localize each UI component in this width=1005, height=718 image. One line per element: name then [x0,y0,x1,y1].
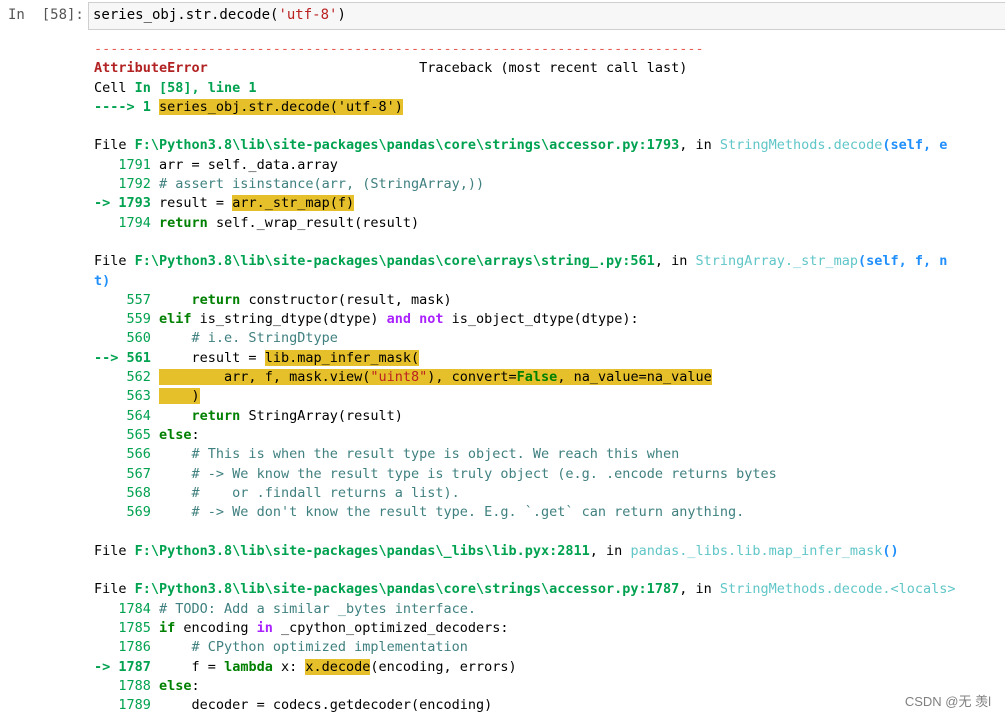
source-line: 1794 return self._wrap_result(result) [94,214,420,231]
traceback-dashes: ----------------------------------------… [94,41,704,57]
traceback-header-text: Traceback (most recent call last) [419,60,688,77]
source-line: 557 return constructor(result, mask) [94,291,452,308]
source-line: 559 elif is_string_dtype(dtype) and not … [94,311,639,328]
source-line: 1792 # assert isinstance(arr, (StringArr… [94,176,485,193]
source-line: 567 # -> We know the result type is trul… [94,465,777,482]
frame-header: File F:\Python3.8\lib\site-packages\pand… [94,581,956,598]
source-line: 1789 decoder = codecs.getdecoder(encodin… [94,697,493,714]
frame-function: StringMethods.decode [719,137,883,154]
frame-function: StringMethods.decode.<locals> [719,581,956,598]
source-line: 565 else: [94,426,200,443]
source-line: 564 return StringArray(result) [94,407,403,424]
cell-reference: Cell In [58], line 1 [94,79,257,96]
source-line: 1784 # TODO: Add a similar _bytes interf… [94,600,477,617]
source-line: 569 # -> We don't know the result type. … [94,504,745,521]
highlighted-code: ) [159,388,200,405]
error-name: AttributeError [94,60,208,77]
code-input-text[interactable]: series_obj.str.decode('utf-8') [93,7,346,23]
source-line: 566 # This is when the result type is ob… [94,446,680,463]
cell-prompt: In [58]: [8,7,84,23]
source-line: 1786 # CPython optimized implementation [94,639,468,656]
source-line-current: --> 561 result = lib.map_infer_mask( [94,349,420,366]
code-text: ) [337,7,346,23]
traceback-output: ----------------------------------------… [94,40,1005,715]
highlighted-code: arr, f, mask.view("uint8"), convert=Fals… [159,369,712,386]
source-line: 1791 arr = self._data.array [94,156,338,173]
source-line: 1788 else: [94,677,200,694]
frame-header: File F:\Python3.8\lib\site-packages\pand… [94,542,899,559]
source-line-current: -> 1793 result = arr._str_map(f) [94,195,355,212]
frame-path[interactable]: F:\Python3.8\lib\site-packages\pandas\co… [135,253,655,269]
frame-path[interactable]: F:\Python3.8\lib\site-packages\pandas\co… [135,137,680,153]
source-line-current: -> 1787 f = lambda x: x.decode(encoding,… [94,658,517,675]
source-line-current: 562 arr, f, mask.view("uint8"), convert=… [94,369,712,386]
highlighted-code: series_obj.str.decode('utf-8') [159,98,403,115]
source-line: 560 # i.e. StringDtype [94,330,338,347]
frame-function: pandas._libs.lib.map_infer_mask [630,542,883,559]
frame-header: File F:\Python3.8\lib\site-packages\pand… [94,253,948,270]
highlighted-code: x.decode [305,658,371,675]
traceback-line: ----> 1 series_obj.str.decode('utf-8') [94,98,403,115]
frame-path[interactable]: F:\Python3.8\lib\site-packages\pandas\co… [135,581,680,597]
source-line: 1785 if encoding in _cpython_optimized_d… [94,619,509,636]
watermark: CSDN @无 羡l [904,694,991,709]
source-line-current: 563 ) [94,388,200,405]
highlighted-code: arr._str_map(f) [232,195,355,212]
frame-header: File F:\Python3.8\lib\site-packages\pand… [94,137,948,154]
code-input-cell[interactable]: series_obj.str.decode('utf-8') [88,2,1005,30]
code-text: series_obj.str.decode( [93,7,279,23]
source-line: 568 # or .findall returns a list). [94,484,460,501]
frame-header-wrap: t) [94,272,111,289]
traceback-header: AttributeError Traceback (most recent ca… [94,59,1005,78]
frame-path[interactable]: F:\Python3.8\lib\site-packages\pandas\_l… [135,543,590,559]
code-string: 'utf-8' [278,7,338,23]
frame-function: StringArray._str_map [695,253,859,270]
highlighted-code: lib.map_infer_mask( [264,349,420,366]
